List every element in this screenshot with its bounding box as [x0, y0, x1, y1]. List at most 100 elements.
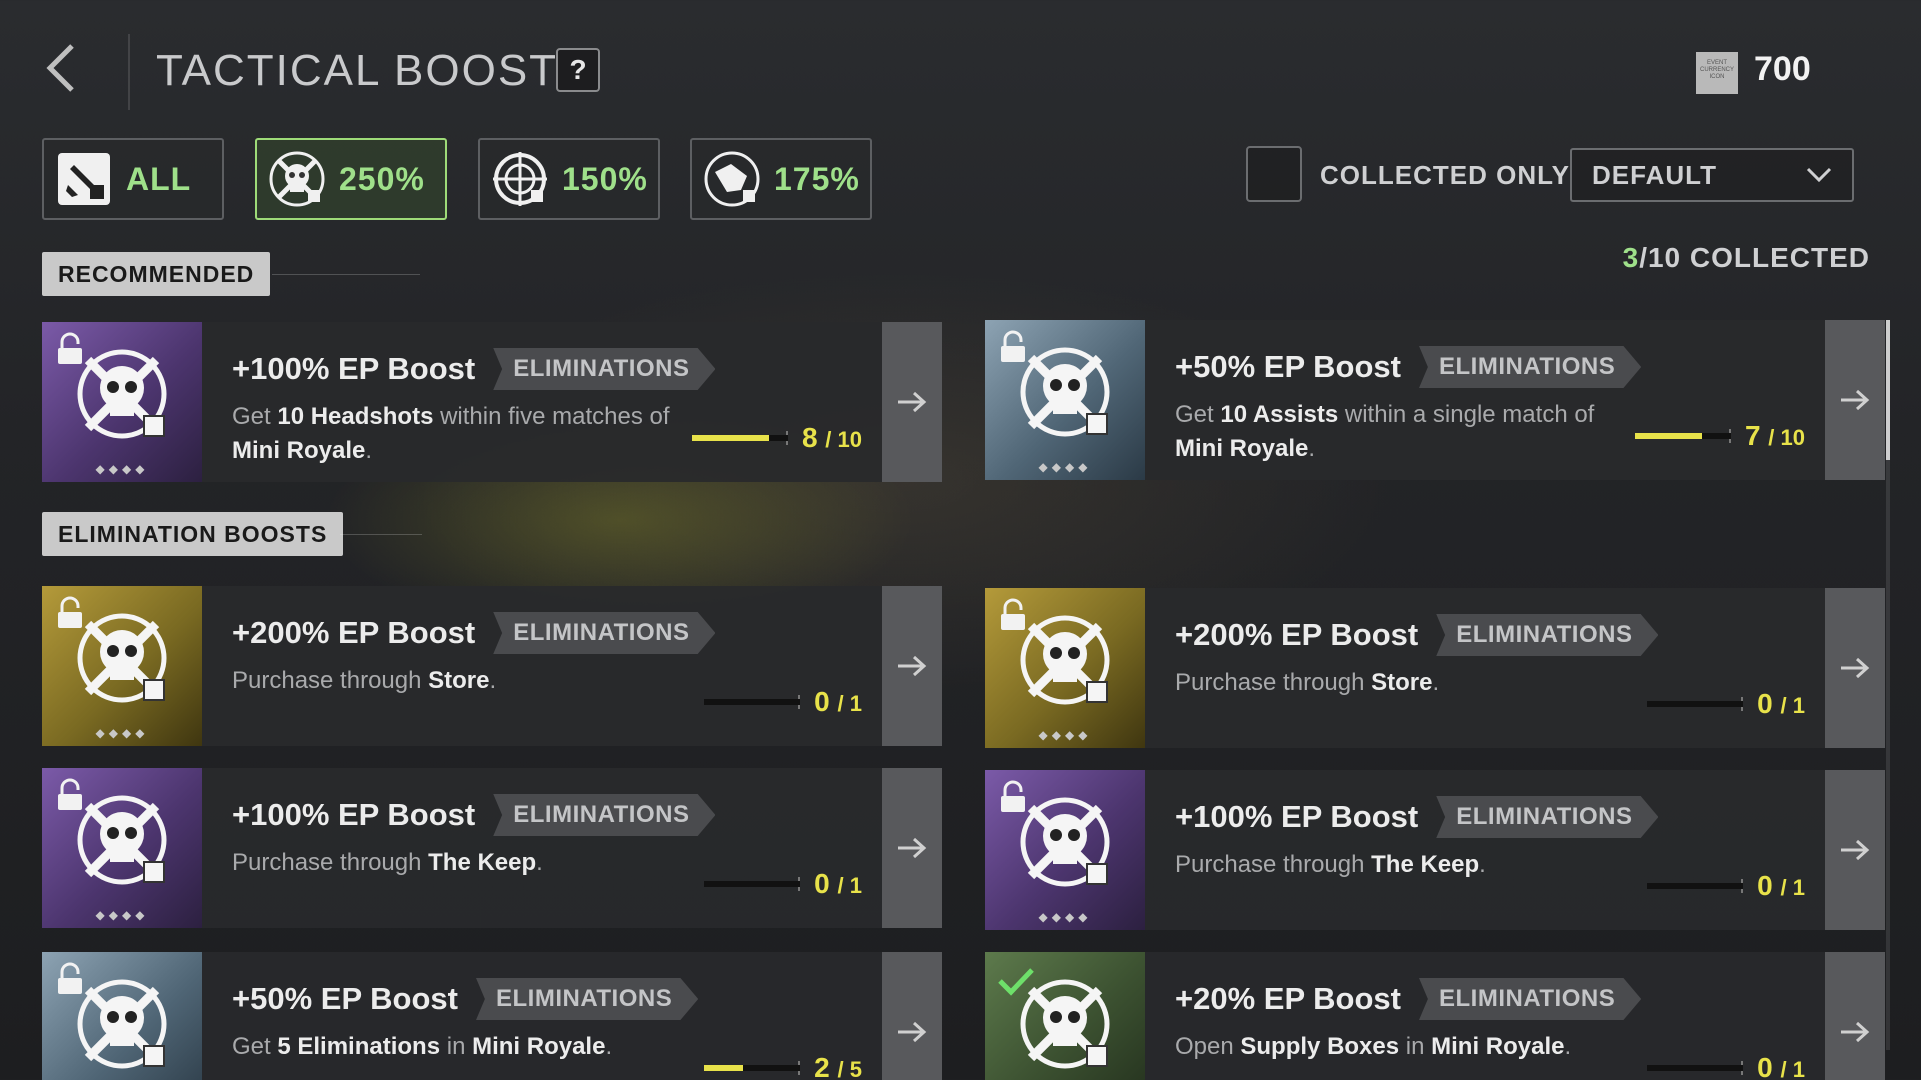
progress-bar [1647, 883, 1744, 889]
scrollbar-thumb[interactable] [1886, 320, 1890, 460]
boost-thumbnail: ◆◆◆◆ [42, 768, 202, 928]
boost-progress: 0 / 1 [704, 868, 862, 900]
open-boost-button[interactable] [882, 952, 942, 1080]
open-boost-button[interactable] [882, 586, 942, 746]
crosshair-boost-icon [490, 149, 550, 209]
section-recommended: RECOMMENDED [42, 252, 271, 296]
progress-count: 0 / 1 [1757, 688, 1805, 719]
boost-card-body: +100% EP Boost ELIMINATIONS Get 10 Headsh… [202, 322, 882, 482]
collected-only-checkbox[interactable] [1246, 146, 1302, 202]
progress-count: 0 / 1 [814, 686, 862, 717]
boost-card[interactable]: ◆◆◆◆ +50% EP Boost ELIMINATIONS Get 10 As… [985, 320, 1885, 480]
sort-dropdown[interactable]: DEFAULT [1570, 148, 1854, 202]
progress-bar [1647, 701, 1744, 707]
open-boost-button[interactable] [882, 768, 942, 928]
boost-progress: 0 / 1 [1647, 688, 1805, 720]
chevron-left-icon [46, 44, 74, 92]
boost-description: Open Supply Boxes in Mini Royale. [1175, 1033, 1572, 1060]
boost-thumbnail: ◆◆◆◆ [42, 586, 202, 746]
boost-title: +200% EP Boost [1175, 617, 1419, 652]
progress-bar [704, 699, 801, 705]
skull-crossed-icon [77, 795, 167, 885]
boost-description: Get 10 Assists within a single match of … [1175, 401, 1595, 462]
boost-card[interactable]: ◆◆◆◆ +100% EP Boost ELIMINATIONS Get 10 H… [42, 322, 942, 482]
arrow-right-icon [898, 391, 927, 413]
arrow-right-icon [1841, 1021, 1870, 1043]
boost-category-tag: ELIMINATIONS [1436, 796, 1659, 838]
boost-category-tag: ELIMINATIONS [493, 348, 716, 390]
section-divider [272, 274, 420, 275]
rarity-indicator: ◆◆◆◆ [1038, 910, 1092, 924]
rarity-indicator: ◆◆◆◆ [1038, 728, 1092, 742]
section-divider [340, 534, 422, 535]
collected-suffix: /10 COLLECTED [1639, 242, 1870, 273]
open-boost-button[interactable] [1825, 320, 1885, 480]
boost-category-tag: ELIMINATIONS [1419, 978, 1642, 1020]
filter-tab-175[interactable]: 175% [690, 138, 872, 220]
boost-category-tag: ELIMINATIONS [493, 612, 716, 654]
boost-card-body: +200% EP Boost ELIMINATIONS Purchase thro… [202, 586, 882, 746]
progress-bar [704, 1065, 801, 1071]
skull-crossed-icon [1020, 979, 1110, 1069]
rarity-indicator: ◆◆◆◆ [1038, 460, 1092, 474]
progress-count: 0 / 1 [1757, 1052, 1805, 1080]
boost-category-tag: ELIMINATIONS [1419, 346, 1642, 388]
boost-card[interactable]: ◆◆◆◆ +50% EP Boost ELIMINATIONS Get 5 Eli… [42, 952, 942, 1080]
progress-count: 0 / 1 [1757, 870, 1805, 901]
boost-title: +100% EP Boost [1175, 799, 1419, 834]
collected-only-label: COLLECTED ONLY [1320, 160, 1570, 190]
rarity-indicator: ◆◆◆◆ [95, 908, 149, 922]
progress-bar [691, 435, 788, 441]
boost-card-body: +50% EP Boost ELIMINATIONS Get 5 Eliminat… [202, 952, 882, 1080]
boost-card[interactable]: ◆◆◆◆ +20% EP Boost ELIMINATIONS Open Supp… [985, 952, 1885, 1080]
event-currency-icon: EVENT CURRENCY ICON [1696, 52, 1738, 94]
boost-card-body: +200% EP Boost ELIMINATIONS Purchase thro… [1145, 588, 1825, 748]
boost-thumbnail: ◆◆◆◆ [42, 952, 202, 1080]
skull-crossed-icon [1020, 347, 1110, 437]
boost-progress: 0 / 1 [704, 686, 862, 718]
boost-progress: 7 / 10 [1634, 420, 1805, 452]
handshake-boost-icon [702, 149, 762, 209]
open-boost-button[interactable] [1825, 588, 1885, 748]
filter-tab-label: ALL [126, 160, 192, 197]
open-boost-button[interactable] [1825, 952, 1885, 1080]
boost-description: Get 10 Headshots within five matches of … [232, 403, 670, 464]
boost-category-tag: ELIMINATIONS [493, 794, 716, 836]
filter-tab-label: 250% [339, 160, 425, 197]
boost-title: +20% EP Boost [1175, 981, 1401, 1016]
sort-dropdown-value: DEFAULT [1592, 159, 1717, 190]
boost-card[interactable]: ◆◆◆◆ +100% EP Boost ELIMINATIONS Purchase… [42, 768, 942, 928]
open-boost-button[interactable] [882, 322, 942, 482]
boost-card[interactable]: ◆◆◆◆ +100% EP Boost ELIMINATIONS Purchase… [985, 770, 1885, 930]
filter-tab-label: 150% [562, 160, 648, 197]
boost-card[interactable]: ◆◆◆◆ +200% EP Boost ELIMINATIONS Purchase… [985, 588, 1885, 748]
open-boost-button[interactable] [1825, 770, 1885, 930]
all-boosts-icon [54, 149, 114, 209]
filter-tab-all[interactable]: ALL [42, 138, 224, 220]
boost-category-tag: ELIMINATIONS [476, 978, 699, 1020]
boost-title: +100% EP Boost [232, 797, 476, 832]
boost-description: Purchase through Store. [1175, 669, 1440, 696]
rarity-indicator: ◆◆◆◆ [95, 462, 149, 476]
filter-tab-150[interactable]: 150% [478, 138, 660, 220]
boost-thumbnail: ◆◆◆◆ [985, 952, 1145, 1080]
arrow-right-icon [1841, 389, 1870, 411]
skull-crossed-icon [1020, 797, 1110, 887]
boost-thumbnail: ◆◆◆◆ [985, 320, 1145, 480]
section-elimination-boosts: ELIMINATION BOOSTS [42, 512, 344, 556]
skull-crossed-icon [77, 349, 167, 439]
progress-bar [1634, 433, 1731, 439]
progress-count: 2 / 5 [814, 1052, 862, 1080]
collected-count: 3 [1622, 242, 1640, 273]
back-button[interactable] [42, 40, 82, 96]
boost-category-tag: ELIMINATIONS [1436, 614, 1659, 656]
boost-title: +50% EP Boost [1175, 349, 1401, 384]
boost-card[interactable]: ◆◆◆◆ +200% EP Boost ELIMINATIONS Purchase… [42, 586, 942, 746]
boost-progress: 8 / 10 [691, 422, 862, 454]
arrow-right-icon [1841, 839, 1870, 861]
boost-card-body: +50% EP Boost ELIMINATIONS Get 10 Assists… [1145, 320, 1825, 480]
help-button[interactable]: ? [556, 48, 600, 92]
boost-progress: 0 / 1 [1647, 870, 1805, 902]
filter-tab-250[interactable]: 250% [255, 138, 447, 220]
progress-bar [1647, 1065, 1744, 1071]
